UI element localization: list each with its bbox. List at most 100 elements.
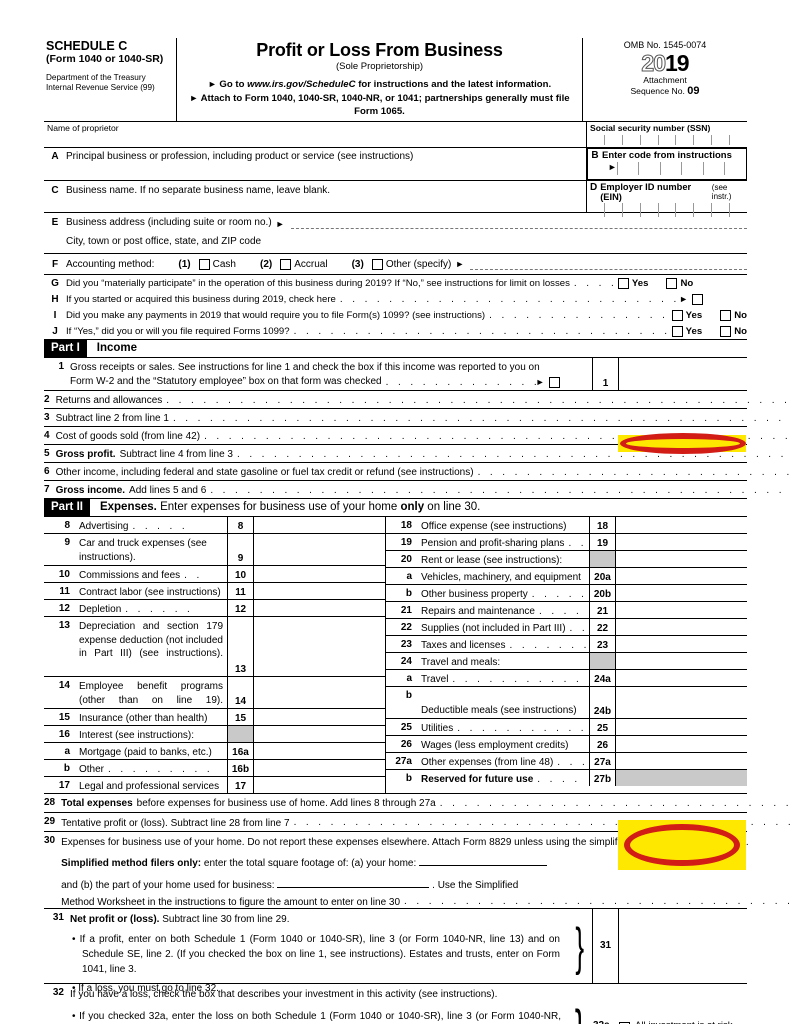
line-16a-value[interactable]: [254, 743, 385, 759]
expense-row-11: 11 Contract labor (see instructions) 11: [44, 583, 385, 600]
ssn-cell-1[interactable]: [587, 135, 604, 145]
proprietor-name-cell[interactable]: Name of proprietor: [44, 122, 587, 147]
business-code-cells[interactable]: ►: [588, 162, 746, 175]
line-15-value[interactable]: [254, 709, 385, 725]
line-21-desc: Repairs and maintenance: [421, 606, 535, 617]
ssn-cell-9[interactable]: [729, 135, 747, 145]
line-20b-value[interactable]: [616, 585, 747, 601]
line-27a-value[interactable]: [616, 753, 747, 769]
code-cell-4[interactable]: [681, 162, 703, 175]
at-risk-options: 32a All investment is at risk. 32b Some …: [593, 984, 747, 1024]
line-11-desc: Contract labor (see instructions): [79, 587, 221, 598]
line-24b-value[interactable]: [616, 687, 747, 718]
code-cell-6[interactable]: [724, 162, 746, 175]
part-2-title-tail: on line 30.: [427, 501, 481, 513]
line-11-box: 11: [227, 583, 254, 599]
line-10-desc: Commissions and fees: [79, 570, 181, 581]
row-c[interactable]: C Business name. If no separate business…: [44, 181, 587, 212]
row-a[interactable]: A Principal business or profession, incl…: [44, 148, 587, 180]
ssn-cell-2[interactable]: [603, 135, 622, 145]
line-27a-box: 27a: [589, 753, 616, 769]
ssn-cell-8[interactable]: [711, 135, 729, 145]
ssn-cell-3[interactable]: [621, 135, 640, 145]
line-16b-value[interactable]: [254, 760, 385, 776]
right-arrow-icon: ►: [207, 79, 217, 89]
ssn-cell-6[interactable]: [675, 135, 693, 145]
line-1-value[interactable]: [619, 358, 747, 390]
accounting-other-checkbox[interactable]: [371, 258, 383, 270]
line-22-value[interactable]: [616, 619, 747, 635]
row-h: H If you started or acquired this busine…: [44, 291, 747, 307]
row-g: G Did you “materially participate” in th…: [44, 275, 747, 291]
line-1-statutory-checkbox[interactable]: [548, 376, 560, 388]
line-19-value[interactable]: [616, 534, 747, 550]
line-17-value[interactable]: [254, 777, 385, 793]
accounting-accrual-checkbox[interactable]: [280, 258, 292, 270]
line-14-value[interactable]: [254, 677, 385, 708]
row-g-yes-checkbox[interactable]: [617, 277, 629, 289]
row-c-d: C Business name. If no separate business…: [44, 181, 747, 217]
ssn-label: Social security number (SSN): [590, 123, 711, 133]
accounting-cash-checkbox[interactable]: [198, 258, 210, 270]
code-cell-1[interactable]: [616, 162, 639, 175]
line-12-value[interactable]: [254, 600, 385, 616]
line-3-number: 3: [44, 412, 50, 423]
line-18-value[interactable]: [616, 517, 747, 533]
line-17-desc: Legal and professional services: [79, 781, 220, 792]
expense-row-20: 20 Rent or lease (see instructions):: [386, 551, 747, 568]
line-26-box: 26: [589, 736, 616, 752]
business-sqft-input[interactable]: [277, 875, 430, 888]
at-risk-option-a[interactable]: 32a All investment is at risk.: [593, 1020, 747, 1024]
code-cell-5[interactable]: [702, 162, 725, 175]
row-j-yes-label: Yes: [685, 325, 703, 337]
row-g-no-checkbox[interactable]: [666, 277, 678, 289]
line-30-text-3: and (b) the part of your home used for b…: [61, 880, 275, 891]
line-26-number: 26: [400, 739, 412, 750]
row-e2[interactable]: City, town or post office, state, and ZI…: [44, 233, 747, 254]
expense-row-10: 10 Commissions and fees 10: [44, 566, 385, 583]
goto-url[interactable]: www.irs.gov/ScheduleC: [247, 79, 355, 90]
row-f-letter: F: [51, 258, 59, 270]
line-25-value[interactable]: [616, 719, 747, 735]
line-26-value[interactable]: [616, 736, 747, 752]
line-10-value[interactable]: [254, 566, 385, 582]
line-24a-value[interactable]: [616, 670, 747, 686]
line-2-number: 2: [44, 394, 50, 405]
business-code-box[interactable]: B Enter code from instructions ►: [587, 148, 747, 180]
ssn-cell-5[interactable]: [657, 135, 676, 145]
line-8-value[interactable]: [254, 517, 385, 533]
line-27b-number: b: [405, 773, 412, 784]
row-i-yes-checkbox[interactable]: [671, 309, 683, 321]
tax-year: 2019: [585, 51, 745, 76]
line-22-desc: Supplies (not included in Part III): [421, 623, 566, 634]
row-h-checkbox[interactable]: [692, 293, 703, 305]
line-31-value[interactable]: [619, 909, 747, 983]
ssn-cell-7[interactable]: [693, 135, 711, 145]
expense-row-16a: a Mortgage (paid to banks, etc.) 16a: [44, 743, 385, 760]
line-6-number: 6: [44, 466, 50, 477]
row-i-no-checkbox[interactable]: [720, 309, 732, 321]
line-11-value[interactable]: [254, 583, 385, 599]
ssn-cell-4[interactable]: [639, 135, 658, 145]
home-sqft-input[interactable]: [419, 853, 548, 866]
line-29-number: 29: [44, 816, 56, 827]
business-address-input[interactable]: [290, 213, 747, 229]
code-cell-3[interactable]: [659, 162, 682, 175]
line-28-number: 28: [44, 797, 56, 808]
accounting-other-input[interactable]: [470, 258, 747, 270]
line-9-value[interactable]: [254, 534, 385, 565]
row-j-no-checkbox[interactable]: [720, 325, 732, 337]
code-cell-2[interactable]: [638, 162, 660, 175]
expenses-right-column: 18 Office expense (see instructions) 18 …: [386, 517, 747, 793]
line-13-value[interactable]: [254, 617, 385, 676]
expense-row-27b: b Reserved for future use 27b: [386, 770, 747, 786]
row-j-yes-checkbox[interactable]: [671, 325, 683, 337]
line-20a-value[interactable]: [616, 568, 747, 584]
ssn-cell[interactable]: Social security number (SSN): [587, 122, 747, 147]
ssn-cells[interactable]: [587, 135, 747, 145]
line-32-number: 32: [52, 987, 64, 998]
line-23-value[interactable]: [616, 636, 747, 652]
line-21-value[interactable]: [616, 602, 747, 618]
line-24-desc: Travel and meals:: [421, 657, 501, 668]
row-e[interactable]: E Business address (including suite or r…: [44, 213, 747, 233]
